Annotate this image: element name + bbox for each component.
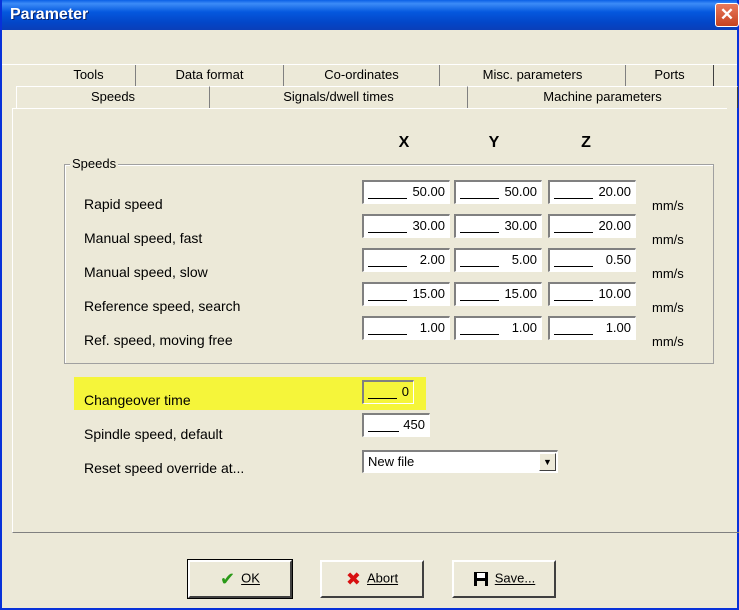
tab-tools[interactable]: Tools — [42, 65, 136, 87]
title-bar[interactable]: Parameter ✕ — [2, 0, 739, 30]
reset-override-select[interactable]: New file ▼ — [362, 450, 558, 473]
tab-co-ordinates[interactable]: Co-ordinates — [284, 65, 440, 87]
tab-misc-parameters[interactable]: Misc. parameters — [440, 65, 626, 87]
ref-search-x-field[interactable]: 15.00 — [362, 282, 450, 306]
abort-button[interactable]: ✖ Abort — [320, 560, 424, 598]
tab-data-format[interactable]: Data format — [136, 65, 284, 87]
chevron-down-icon[interactable]: ▼ — [539, 453, 556, 471]
reset-override-value: New file — [368, 454, 415, 469]
x-icon: ✖ — [345, 568, 361, 589]
unit-label: mm/s — [652, 232, 684, 247]
unit-label: mm/s — [652, 266, 684, 281]
tab-row-front: Speeds Signals/dwell times Machine param… — [2, 86, 738, 108]
checkmark-icon: ✔ — [220, 568, 236, 589]
unit-label: mm/s — [652, 198, 684, 213]
row-label-rapid-speed: Rapid speed — [84, 196, 163, 212]
column-header-y: Y — [488, 134, 500, 151]
manual-slow-x-field[interactable]: 2.00 — [362, 248, 450, 272]
floppy-icon — [473, 563, 489, 595]
rapid-speed-x-field[interactable]: 50.00 — [362, 180, 450, 204]
manual-slow-y-field[interactable]: 5.00 — [454, 248, 542, 272]
window-title: Parameter — [10, 6, 89, 23]
ref-free-y-field[interactable]: 1.00 — [454, 316, 542, 340]
row-label-reference-speed-search: Reference speed, search — [84, 298, 241, 314]
ok-button[interactable]: ✔ OK — [187, 559, 293, 599]
manual-fast-y-field[interactable]: 30.00 — [454, 214, 542, 238]
parameter-dialog: Parameter ✕ Tools Data format Co-ordinat… — [0, 0, 739, 610]
close-button[interactable]: ✕ — [715, 3, 739, 27]
unit-label: mm/s — [652, 334, 684, 349]
spindle-speed-field[interactable]: 450 — [362, 413, 430, 437]
tab-row-back: Tools Data format Co-ordinates Misc. par… — [2, 64, 737, 87]
speeds-group-label: Speeds — [70, 156, 119, 171]
reset-override-label: Reset speed override at... — [84, 460, 245, 476]
manual-fast-x-field[interactable]: 30.00 — [362, 214, 450, 238]
close-icon: ✕ — [719, 5, 735, 24]
rapid-speed-y-field[interactable]: 50.00 — [454, 180, 542, 204]
ref-search-y-field[interactable]: 15.00 — [454, 282, 542, 306]
ref-free-x-field[interactable]: 1.00 — [362, 316, 450, 340]
tab-machine-parameters[interactable]: Machine parameters — [468, 86, 738, 108]
row-label-ref-speed-moving-free: Ref. speed, moving free — [84, 332, 233, 348]
row-label-manual-speed-fast: Manual speed, fast — [84, 230, 203, 246]
tab-speeds[interactable]: Speeds — [16, 86, 210, 108]
rapid-speed-z-field[interactable]: 20.00 — [548, 180, 636, 204]
manual-slow-z-field[interactable]: 0.50 — [548, 248, 636, 272]
changeover-time-field[interactable]: 0 — [362, 380, 414, 404]
save-button[interactable]: Save... — [452, 560, 556, 598]
tab-signals-dwell-times[interactable]: Signals/dwell times — [210, 86, 468, 108]
spindle-speed-label: Spindle speed, default — [84, 426, 223, 442]
column-header-x: X — [398, 134, 410, 151]
unit-label: mm/s — [652, 300, 684, 315]
changeover-time-label: Changeover time — [84, 392, 191, 408]
tab-ports[interactable]: Ports — [626, 65, 714, 87]
manual-fast-z-field[interactable]: 20.00 — [548, 214, 636, 238]
column-header-z: Z — [581, 134, 591, 151]
ref-free-z-field[interactable]: 1.00 — [548, 316, 636, 340]
ref-search-z-field[interactable]: 10.00 — [548, 282, 636, 306]
row-label-manual-speed-slow: Manual speed, slow — [84, 264, 208, 280]
